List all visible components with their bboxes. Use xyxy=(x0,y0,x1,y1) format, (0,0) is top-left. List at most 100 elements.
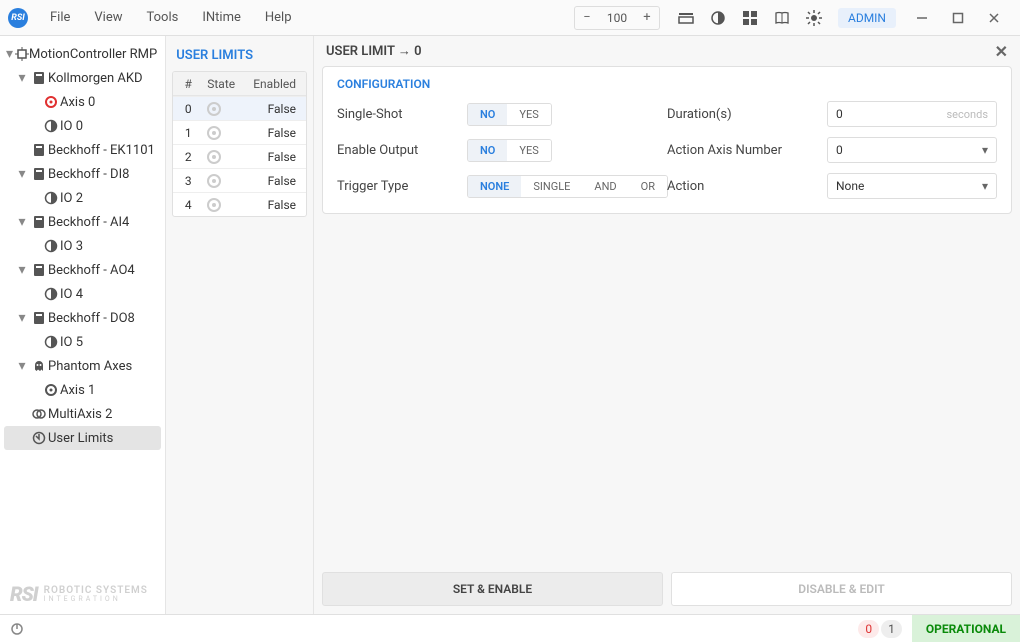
tree-item[interactable]: ▾Beckhoff - DI8 xyxy=(4,162,161,186)
tree-caret-icon[interactable]: ▾ xyxy=(14,359,30,373)
tree-caret-icon[interactable]: ▾ xyxy=(14,215,30,229)
tree-item[interactable]: MultiAxis 2 xyxy=(4,402,161,426)
detail-title: USER LIMIT → 0 xyxy=(326,43,422,59)
menu-intime[interactable]: INtime xyxy=(190,4,253,31)
zoom-group: − 100 + xyxy=(574,6,660,30)
tree-caret-icon[interactable]: ▾ xyxy=(14,311,30,325)
trigger-type-toggle[interactable]: NONE SINGLE AND OR xyxy=(467,175,668,198)
configuration-box: CONFIGURATION Single-Shot NO YES Duratio… xyxy=(322,66,1012,214)
row-enabled: False xyxy=(253,174,306,188)
tree-item[interactable]: ▾ Kollmorgen AKD xyxy=(4,66,161,90)
user-limit-row[interactable]: 4False xyxy=(173,192,306,216)
window-maximize-button[interactable] xyxy=(940,4,976,32)
tree-item[interactable]: User Limits xyxy=(4,426,161,450)
grid-icon[interactable] xyxy=(736,4,764,32)
single-shot-toggle[interactable]: NO YES xyxy=(467,103,552,126)
tree-item[interactable]: ▾ Phantom Axes xyxy=(4,354,161,378)
trigger-or[interactable]: OR xyxy=(629,176,667,197)
zoom-value: 100 xyxy=(599,11,635,25)
book-icon[interactable] xyxy=(768,4,796,32)
enable-output-label: Enable Output xyxy=(337,143,467,158)
tree-caret-icon[interactable]: ▾ xyxy=(14,167,30,181)
user-limit-row[interactable]: 3 False xyxy=(173,168,306,192)
tree-label: Phantom Axes xyxy=(48,359,132,374)
tree-label: IO 3 xyxy=(60,239,83,254)
row-number: 3 xyxy=(173,174,203,188)
close-icon[interactable]: ✕ xyxy=(995,42,1008,61)
row-enabled: False xyxy=(253,102,306,116)
trigger-type-label: Trigger Type xyxy=(337,179,467,194)
error-count-badge[interactable]: 0 xyxy=(858,620,879,638)
user-limits-panel: USER LIMITS # State Enabled 0False1False… xyxy=(165,36,313,614)
tree-item[interactable]: Axis 1 xyxy=(4,378,161,402)
device-tree: ▾ MotionController RMP ▾ Kollmorgen AKD Axis… xyxy=(0,36,165,614)
tree-item[interactable]: ▾Beckhoff - AI4 xyxy=(4,210,161,234)
tree-label: IO 0 xyxy=(60,119,83,134)
trigger-single[interactable]: SINGLE xyxy=(521,176,582,197)
action-select[interactable]: None ▾ xyxy=(827,173,997,199)
tree-caret-icon[interactable]: ▾ xyxy=(14,263,30,277)
power-icon[interactable] xyxy=(10,622,24,636)
menu-view[interactable]: View xyxy=(82,4,134,31)
warning-count-badge[interactable]: 1 xyxy=(881,620,902,638)
duration-input[interactable]: 0 seconds xyxy=(827,101,997,127)
menu-tools[interactable]: Tools xyxy=(135,4,191,31)
window-close-button[interactable] xyxy=(976,4,1012,32)
duration-unit: seconds xyxy=(947,108,989,121)
tree-item[interactable]: IO 3 xyxy=(4,234,161,258)
tree-item[interactable]: IO 5 xyxy=(4,330,161,354)
tree-caret-icon[interactable]: ▾ xyxy=(14,71,30,85)
tree-label: User Limits xyxy=(48,431,113,446)
user-limit-row[interactable]: 0False xyxy=(173,96,306,120)
duration-label: Duration(s) xyxy=(667,107,827,122)
user-limit-row[interactable]: 1False xyxy=(173,120,306,144)
io-icon xyxy=(42,287,60,301)
action-axis-select[interactable]: 0 ▾ xyxy=(827,137,997,163)
tree-item[interactable]: IO 0 xyxy=(4,114,161,138)
enable-output-toggle[interactable]: NO YES xyxy=(467,139,552,162)
tree-item[interactable]: ▾ MotionController RMP xyxy=(4,42,161,66)
col-enabled-header: Enabled xyxy=(253,77,306,91)
user-limit-row[interactable]: 2False xyxy=(173,144,306,168)
user-limits-table: # State Enabled 0False1False2False3False… xyxy=(172,71,307,217)
set-enable-button[interactable]: SET & ENABLE xyxy=(322,572,663,606)
zoom-in-button[interactable]: + xyxy=(635,7,659,29)
tree-item[interactable]: IO 4 xyxy=(4,282,161,306)
tree-label: IO 2 xyxy=(60,191,83,206)
disable-edit-button[interactable]: DISABLE & EDIT xyxy=(671,572,1012,606)
tree-label: MotionController RMP xyxy=(29,47,157,62)
io-icon xyxy=(42,191,60,205)
col-number-header: # xyxy=(173,77,203,91)
status-bar: 0 1 OPERATIONAL xyxy=(0,614,1020,642)
window-minimize-button[interactable] xyxy=(904,4,940,32)
tree-item[interactable]: Beckhoff - EK1101 xyxy=(4,138,161,162)
contrast-icon[interactable] xyxy=(704,4,732,32)
enable-output-yes[interactable]: YES xyxy=(507,140,550,161)
trigger-and[interactable]: AND xyxy=(582,176,628,197)
trigger-none[interactable]: NONE xyxy=(468,176,521,197)
tree-item[interactable]: ▾Beckhoff - AO4 xyxy=(4,258,161,282)
controller-icon xyxy=(15,47,29,61)
app-logo: RSI xyxy=(8,8,28,28)
status-operational: OPERATIONAL xyxy=(912,615,1020,642)
tree-label: MultiAxis 2 xyxy=(48,407,112,422)
state-dot-icon xyxy=(207,102,221,116)
menu-file[interactable]: File xyxy=(38,4,82,31)
tree-label: Kollmorgen AKD xyxy=(48,71,143,86)
tree-item[interactable]: ▾Beckhoff - DO8 xyxy=(4,306,161,330)
tree-item[interactable]: IO 2 xyxy=(4,186,161,210)
row-number: 1 xyxy=(173,126,203,140)
tree-label: IO 5 xyxy=(60,335,83,350)
tree-label: Beckhoff - EK1101 xyxy=(48,143,155,158)
single-shot-no[interactable]: NO xyxy=(468,104,507,125)
row-enabled: False xyxy=(253,198,306,212)
single-shot-yes[interactable]: YES xyxy=(507,104,550,125)
enable-output-no[interactable]: NO xyxy=(468,140,507,161)
zoom-out-button[interactable]: − xyxy=(575,7,599,29)
tree-caret-icon[interactable]: ▾ xyxy=(4,47,15,61)
tree-item[interactable]: Axis 0 xyxy=(4,90,161,114)
layout-icon[interactable] xyxy=(672,4,700,32)
admin-button[interactable]: ADMIN xyxy=(838,8,896,28)
brightness-icon[interactable] xyxy=(800,4,828,32)
menu-help[interactable]: Help xyxy=(253,4,304,31)
